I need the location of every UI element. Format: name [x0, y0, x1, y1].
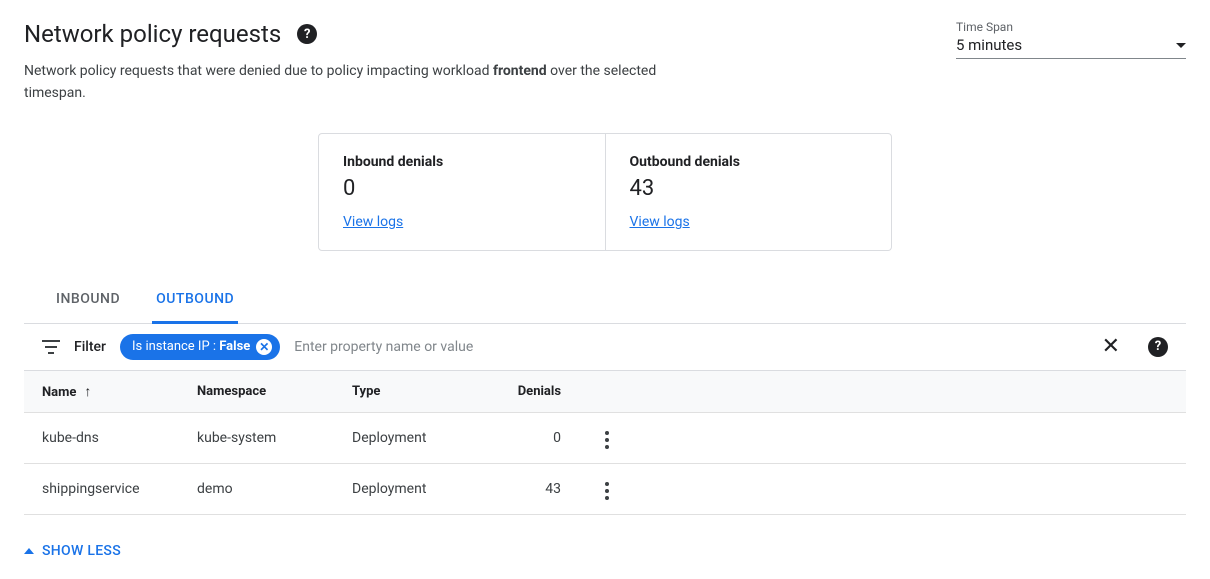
inbound-view-logs-link[interactable]: View logs [343, 214, 403, 230]
inbound-denials-value: 0 [343, 176, 581, 201]
table-row: kube-dns kube-system Deployment 0 [24, 412, 1186, 463]
cell-denials: 43 [489, 463, 579, 514]
col-header-type[interactable]: Type [334, 371, 489, 413]
sort-asc-icon: ↑ [84, 384, 91, 400]
filter-icon [42, 340, 60, 354]
row-menu-icon[interactable] [597, 478, 617, 504]
row-menu-icon[interactable] [597, 427, 617, 453]
page-subtitle: Network policy requests that were denied… [24, 60, 664, 105]
filter-chip[interactable]: Is instance IP : False ✕ [120, 334, 280, 360]
filter-input[interactable] [294, 335, 1087, 359]
outbound-denials-label: Outbound denials [630, 154, 868, 170]
col-header-namespace[interactable]: Namespace [179, 371, 334, 413]
tab-inbound[interactable]: INBOUND [52, 279, 124, 324]
chevron-down-icon [1176, 43, 1186, 48]
cell-namespace: kube-system [179, 412, 334, 463]
cell-type: Deployment [334, 463, 489, 514]
tabs: INBOUND OUTBOUND [24, 279, 1186, 324]
cell-namespace: demo [179, 463, 334, 514]
cell-denials: 0 [489, 412, 579, 463]
filter-label: Filter [74, 339, 106, 355]
clear-filter-icon[interactable]: ✕ [1102, 336, 1120, 358]
col-header-denials[interactable]: Denials [489, 371, 579, 413]
inbound-denials-label: Inbound denials [343, 154, 581, 170]
tab-outbound[interactable]: OUTBOUND [152, 279, 238, 324]
chevron-up-icon [24, 548, 34, 554]
results-table: Name↑ Namespace Type Denials kube-dns ku… [24, 371, 1186, 515]
stats-card: Inbound denials 0 View logs Outbound den… [318, 133, 892, 251]
filter-help-icon[interactable]: ? [1148, 337, 1168, 357]
chip-close-icon[interactable]: ✕ [256, 339, 272, 355]
cell-name: kube-dns [24, 412, 179, 463]
table-row: shippingservice demo Deployment 43 [24, 463, 1186, 514]
timespan-label: Time Span [956, 20, 1186, 34]
col-header-name[interactable]: Name↑ [24, 371, 179, 413]
show-less-button[interactable]: SHOW LESS [24, 543, 1186, 559]
timespan-select[interactable]: Time Span 5 minutes [956, 20, 1186, 59]
timespan-value: 5 minutes [956, 36, 1022, 54]
cell-type: Deployment [334, 412, 489, 463]
outbound-view-logs-link[interactable]: View logs [630, 214, 690, 230]
help-icon[interactable]: ? [297, 24, 317, 44]
outbound-denials-value: 43 [630, 176, 868, 201]
cell-name: shippingservice [24, 463, 179, 514]
page-title: Network policy requests [24, 20, 281, 48]
